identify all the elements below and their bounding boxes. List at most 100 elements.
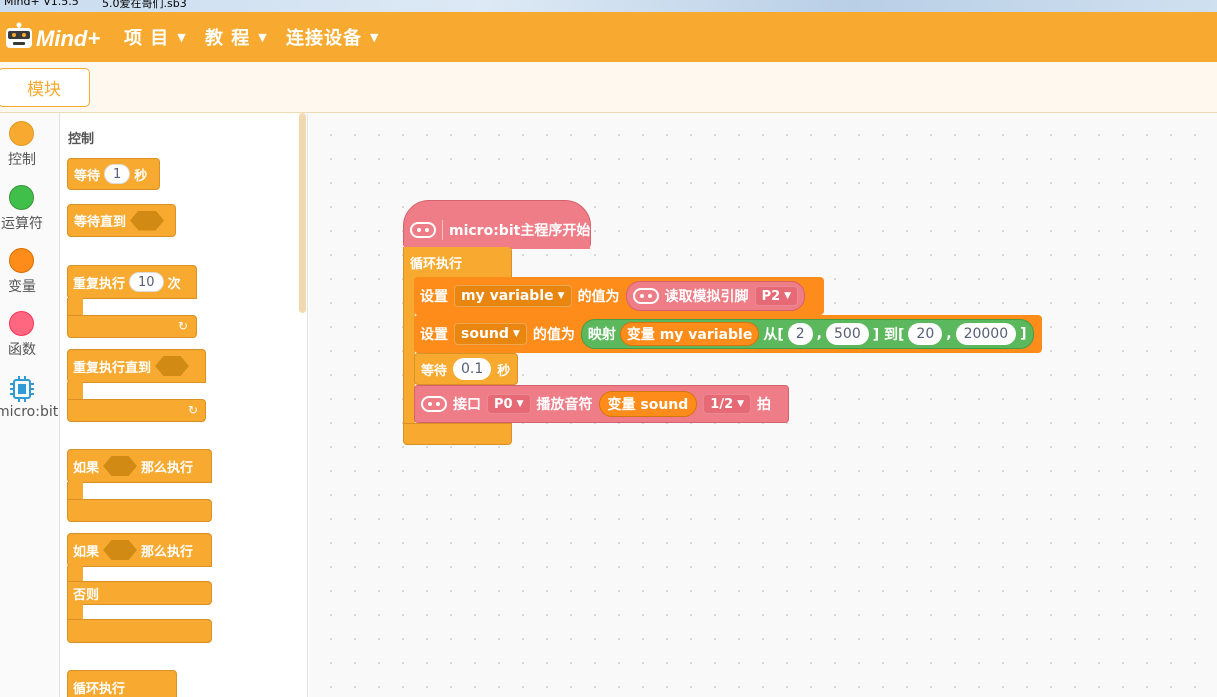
category-menu: 控制 运算符 变量 函数 micro:bit: [0, 113, 60, 697]
menu-project[interactable]: 项 目 ▼: [124, 24, 187, 50]
block-play-note[interactable]: 接口 P0 ▼ 播放音符 变量 sound 1/2 ▼ 拍: [414, 385, 789, 423]
tab-blocks[interactable]: 模块: [0, 68, 90, 107]
category-functions[interactable]: 函数: [0, 303, 60, 365]
block-wait-seconds[interactable]: 等待 1 秒: [67, 158, 160, 190]
category-variables[interactable]: 变量: [0, 240, 60, 302]
block-forever[interactable]: 循环执行: [67, 670, 177, 697]
map-to-low-input[interactable]: 20: [908, 323, 943, 345]
file-name: 5.0爱在哥们.sb3: [102, 0, 187, 10]
category-functions-dot: [9, 311, 34, 336]
reporter-map[interactable]: 映射 变量 my variable 从[ 2 , 500 ] 到[ 20 , 2…: [580, 319, 1034, 349]
caret-down-icon: ▼: [784, 291, 792, 301]
block-unit: 秒: [134, 168, 148, 184]
boolean-slot[interactable]: [130, 210, 165, 231]
variable-label: 变量 sound: [607, 397, 689, 413]
variable-label: 变量 my variable: [626, 327, 753, 343]
block-wait-script[interactable]: 等待 0.1 秒: [414, 353, 518, 385]
caret-down-icon: ▼: [516, 399, 524, 409]
block-label: 重复执行直到: [73, 360, 152, 376]
boolean-slot[interactable]: [103, 540, 138, 560]
block-label: 那么执行: [141, 544, 194, 560]
category-label: 运算符: [1, 216, 43, 232]
microbit-icon: [632, 288, 659, 304]
reporter-label: ]: [1020, 326, 1027, 342]
category-operators[interactable]: 运算符: [0, 177, 60, 239]
separator: [442, 220, 443, 240]
map-to-high-input[interactable]: 20000: [955, 323, 1017, 345]
dropdown-value: P2: [761, 288, 781, 304]
variable-dropdown[interactable]: my variable ▼: [454, 285, 572, 307]
category-label: 变量: [8, 279, 36, 295]
hat-label: micro:bit主程序开始: [449, 223, 591, 239]
caret-down-icon: ▼: [737, 399, 745, 409]
wait-seconds-input[interactable]: 1: [104, 164, 131, 184]
category-label: 函数: [8, 342, 36, 358]
dropdown-value: sound: [461, 326, 509, 342]
block-label: 循环执行: [73, 681, 126, 697]
repeat-count-input[interactable]: 10: [129, 272, 164, 292]
category-control[interactable]: 控制: [0, 113, 60, 175]
variable-dropdown[interactable]: sound ▼: [454, 323, 527, 345]
category-label: 控制: [8, 152, 36, 168]
boolean-slot[interactable]: [103, 456, 138, 476]
reporter-variable-my-variable[interactable]: 变量 my variable: [619, 322, 760, 346]
block-if-then[interactable]: 如果 那么执行: [67, 449, 212, 523]
palette-scrollbar[interactable]: [299, 113, 306, 313]
category-microbit[interactable]: micro:bit: [0, 368, 60, 430]
block-label: 播放音符: [536, 397, 593, 413]
forever-bottom: [403, 423, 512, 445]
menu-connect-device[interactable]: 连接设备 ▼: [286, 24, 379, 50]
block-if-else[interactable]: 如果 那么执行 否则: [67, 533, 212, 645]
logo-text: Mind+: [36, 26, 100, 51]
pin-dropdown[interactable]: P0 ▼: [487, 394, 531, 414]
chevron-down-icon: ▼: [258, 30, 268, 44]
block-label: 接口: [453, 397, 481, 413]
category-label: micro:bit: [0, 404, 59, 420]
dropdown-value: my variable: [461, 288, 554, 304]
window-title-bar: Mind+ V1.5.5 5.0爱在哥们.sb3: [0, 0, 1217, 12]
forever-label: 循环执行: [410, 256, 463, 272]
wait-seconds-input[interactable]: 0.1: [453, 358, 492, 380]
reporter-variable-sound[interactable]: 变量 sound: [598, 391, 698, 417]
block-repeat-times[interactable]: 重复执行 10 次 ↻: [67, 265, 197, 339]
map-from-high-input[interactable]: 500: [826, 323, 869, 345]
microbit-chip-icon: [10, 376, 34, 402]
block-repeat-until[interactable]: 重复执行直到 ↻: [67, 349, 206, 423]
block-set-sound[interactable]: 设置 sound ▼ 的值为 映射 变量 my variable 从[ 2 , 5…: [414, 315, 1042, 353]
chevron-down-icon: ▼: [177, 30, 187, 44]
menu-bar: Mind+ 项 目 ▼ 教 程 ▼ 连接设备 ▼: [0, 12, 1217, 62]
pin-dropdown[interactable]: P2 ▼: [754, 286, 799, 306]
caret-down-icon: ▼: [512, 329, 520, 339]
block-label: 等待直到: [74, 215, 127, 230]
block-palette: 控制 等待 1 秒 等待直到 重复执行 10 次 ↻ 重复执行直到 ↻ 如果 那…: [60, 113, 308, 697]
block-unit: 拍: [757, 397, 772, 413]
block-label: 如果: [73, 544, 100, 560]
reporter-label: 映射: [587, 327, 616, 343]
block-unit: 次: [167, 276, 181, 292]
reporter-label: 从[: [763, 327, 784, 343]
microbit-icon: [421, 396, 447, 412]
code-workspace[interactable]: micro:bit主程序开始 循环执行 设置 my variable ▼ 的值为 …: [309, 113, 1217, 697]
block-label: 的值为: [532, 327, 575, 343]
block-label: 如果: [73, 460, 100, 476]
block-label: 设置: [420, 289, 448, 305]
forever-label-row: 循环执行: [404, 248, 462, 276]
microbit-icon: [410, 222, 436, 238]
reporter-label: ] 到[: [872, 327, 905, 343]
block-label: 否则: [73, 588, 100, 603]
palette-section-title: 控制: [68, 132, 95, 147]
separator: ,: [816, 326, 822, 342]
block-set-my-variable[interactable]: 设置 my variable ▼ 的值为 读取模拟引脚 P2 ▼: [414, 277, 824, 315]
mindplus-logo: Mind+: [6, 22, 100, 51]
boolean-slot[interactable]: [155, 356, 190, 376]
category-control-dot: [9, 121, 34, 146]
menu-connect-label: 连接设备: [286, 28, 362, 49]
beat-dropdown[interactable]: 1/2 ▼: [703, 394, 752, 414]
reporter-read-analog-pin[interactable]: 读取模拟引脚 P2 ▼: [625, 281, 806, 311]
map-from-low-input[interactable]: 2: [787, 323, 813, 345]
block-wait-until[interactable]: 等待直到: [67, 204, 176, 237]
menu-tutorial[interactable]: 教 程 ▼: [205, 24, 268, 50]
block-label: 等待: [74, 168, 101, 184]
menu-project-label: 项 目: [124, 28, 170, 49]
block-label: 的值为: [577, 289, 620, 305]
